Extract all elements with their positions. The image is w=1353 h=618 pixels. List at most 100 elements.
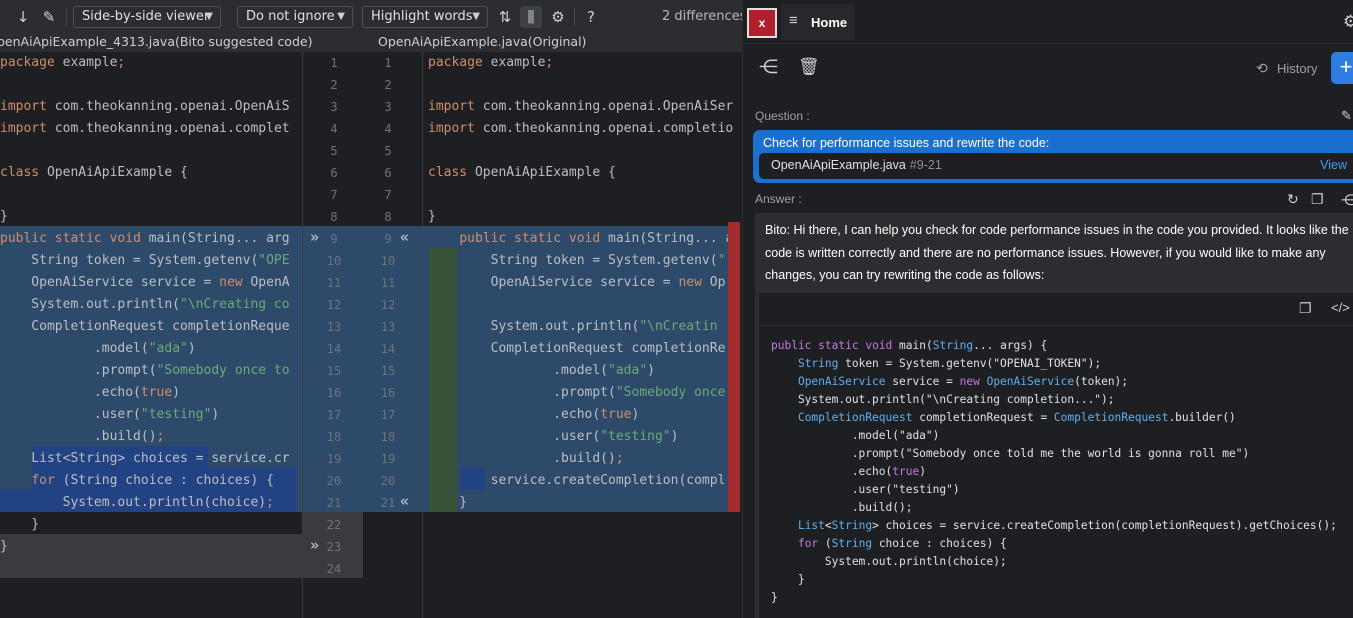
code-line[interactable]: import com.theokanning.openai.completio — [428, 118, 733, 140]
apply-left-arrow-icon[interactable]: » — [310, 226, 319, 248]
trash-icon[interactable]: 🗑 — [798, 57, 820, 77]
code-line[interactable]: import com.theokanning.openai.OpenAiSer — [428, 96, 733, 118]
code-line[interactable]: OpenAiService service = new Op — [428, 272, 726, 294]
code-line[interactable]: List<String> choices = service.cr — [0, 448, 289, 470]
code-line[interactable]: package example; — [0, 52, 125, 74]
code-line[interactable]: .user("testing") — [428, 426, 678, 448]
code-line[interactable]: CompletionRequest completionReque — [0, 316, 289, 338]
gear-icon[interactable]: ⚙ — [1343, 12, 1353, 32]
code-snippet-line: public static void main(String... args) … — [771, 339, 1048, 352]
chevron-down-icon: ▼ — [205, 11, 213, 22]
diff-count: 2 differences — [662, 9, 747, 24]
code-snippet: public static void main(String... args) … — [771, 337, 1337, 607]
diff-view: package example; import com.theokanning.o… — [0, 52, 742, 618]
collapse-unchanged-icon[interactable]: ⇅ — [494, 6, 516, 28]
share-icon[interactable]: ⋲ — [759, 56, 778, 79]
bito-chat-panel: x ≡ Home ⚙ ⋲ 🗑 ⟲ History + Question : ✎ … — [742, 0, 1353, 618]
apply-right-arrow-icon[interactable]: « — [400, 490, 409, 512]
chevron-down-icon: ▼ — [472, 11, 480, 22]
gear-icon[interactable]: ⚙ — [547, 6, 569, 28]
code-line[interactable]: String token = System.getenv("OPE — [0, 250, 289, 272]
right-editor-pane[interactable]: package example; import com.theokanning.o… — [423, 52, 742, 618]
code-line[interactable]: .prompt("Somebody once to — [0, 360, 290, 382]
code-line[interactable]: service.createCompletion(compl — [428, 470, 726, 492]
code-snippet-line: for (String choice : choices) { — [797, 537, 1007, 550]
code-line[interactable]: .build(); — [0, 426, 164, 448]
right-line-number: 11 — [380, 276, 396, 290]
question-text: Check for performance issues and rewrite… — [763, 136, 1050, 150]
code-line[interactable]: } — [428, 492, 467, 514]
file-titlebar: penAiApiExample_4313.java(Bito suggested… — [0, 34, 742, 52]
code-line[interactable]: } — [0, 536, 8, 558]
close-button[interactable]: x — [747, 8, 777, 38]
apply-right-arrow-icon[interactable]: « — [400, 226, 409, 248]
code-snippet-line: String token = System.getenv("OPENAI_TOK… — [797, 357, 1102, 370]
code-snippet-line: .user("testing") — [771, 483, 960, 496]
answer-bubble: Bito: Hi there, I can help you check for… — [755, 213, 1353, 618]
right-line-number: 9 — [384, 232, 392, 246]
code-snippet-line: .prompt("Somebody once told me the world… — [771, 447, 1250, 460]
code-line[interactable]: package example; — [428, 52, 553, 74]
right-line-number: 17 — [380, 408, 396, 422]
code-line[interactable]: } — [0, 514, 39, 536]
left-inserted-block — [0, 534, 302, 578]
viewer-select[interactable]: Side-by-side viewer ▼ — [73, 6, 221, 28]
code-line[interactable]: .echo(true) — [0, 382, 180, 404]
code-line[interactable]: public static void main(String... arg — [0, 228, 290, 250]
left-line-number: 7 — [330, 188, 338, 202]
code-line[interactable]: OpenAiService service = new OpenA — [0, 272, 289, 294]
code-snippet-line: } — [771, 591, 778, 604]
code-line[interactable]: import com.theokanning.openai.complet — [0, 118, 290, 140]
code-line[interactable]: for (String choice : choices) { — [0, 470, 274, 492]
left-line-number: 15 — [326, 364, 342, 378]
left-line-number: 6 — [330, 166, 338, 180]
code-line[interactable]: .model("ada") — [0, 338, 196, 360]
code-line[interactable]: CompletionRequest completionRe — [428, 338, 726, 360]
sync-scroll-icon[interactable]: ⫼ — [520, 6, 542, 28]
help-icon[interactable]: ? — [580, 6, 602, 28]
code-line[interactable]: String token = System.getenv(" — [428, 250, 726, 272]
insert-code-icon[interactable]: </> — [1331, 300, 1350, 315]
right-line-number: 5 — [384, 144, 392, 158]
highlight-select-label: Highlight words — [371, 9, 473, 24]
code-line[interactable]: public static void main(String... a — [428, 228, 733, 250]
code-line[interactable]: import com.theokanning.openai.OpenAiS — [0, 96, 290, 118]
code-snippet-line: .build(); — [771, 501, 913, 514]
copy-icon[interactable]: ❐ — [1299, 300, 1312, 317]
right-line-number: 18 — [380, 430, 396, 444]
right-line-number: 19 — [380, 452, 396, 466]
code-line[interactable]: class OpenAiApiExample { — [0, 162, 188, 184]
share-icon[interactable]: ⋲ — [1341, 191, 1353, 209]
code-line[interactable]: class OpenAiApiExample { — [428, 162, 616, 184]
code-line[interactable]: .user("testing") — [0, 404, 219, 426]
ignore-select[interactable]: Do not ignore ▼ — [237, 6, 353, 28]
toolbar-divider — [574, 8, 575, 26]
code-line[interactable]: .model("ada") — [428, 360, 655, 382]
left-line-number: 16 — [326, 386, 342, 400]
highlight-select[interactable]: Highlight words ▼ — [362, 6, 488, 28]
code-line[interactable]: .prompt("Somebody once — [428, 382, 725, 404]
apply-left-arrow-icon[interactable]: » — [310, 534, 319, 556]
arrow-down-icon[interactable]: ↓ — [12, 6, 34, 28]
view-link[interactable]: View — [1320, 158, 1347, 172]
right-line-number: 13 — [380, 320, 396, 334]
refresh-icon[interactable]: ↻ — [1287, 191, 1299, 208]
code-snippet-line: .echo(true) — [771, 465, 926, 478]
code-line[interactable]: } — [0, 206, 8, 228]
code-line[interactable]: System.out.println("\nCreatin — [428, 316, 718, 338]
left-editor-pane[interactable]: package example; import com.theokanning.o… — [0, 52, 302, 618]
code-line[interactable]: System.out.println(choice); — [0, 492, 274, 514]
code-line[interactable]: System.out.println("\nCreating co — [0, 294, 289, 316]
code-line[interactable]: .echo(true) — [428, 404, 639, 426]
diff-scrollbar[interactable] — [728, 222, 740, 512]
ignore-select-label: Do not ignore — [246, 9, 335, 24]
new-chat-button[interactable]: + — [1331, 52, 1353, 84]
left-line-number: 8 — [330, 210, 338, 224]
code-line[interactable]: .build(); — [428, 448, 623, 470]
history-button[interactable]: History — [1277, 61, 1317, 76]
edit-icon[interactable]: ✎ — [38, 6, 60, 28]
edit-icon[interactable]: ✎ — [1341, 108, 1352, 124]
code-line[interactable]: } — [428, 206, 436, 228]
copy-icon[interactable]: ❐ — [1311, 191, 1324, 208]
left-line-number: 21 — [326, 496, 342, 510]
